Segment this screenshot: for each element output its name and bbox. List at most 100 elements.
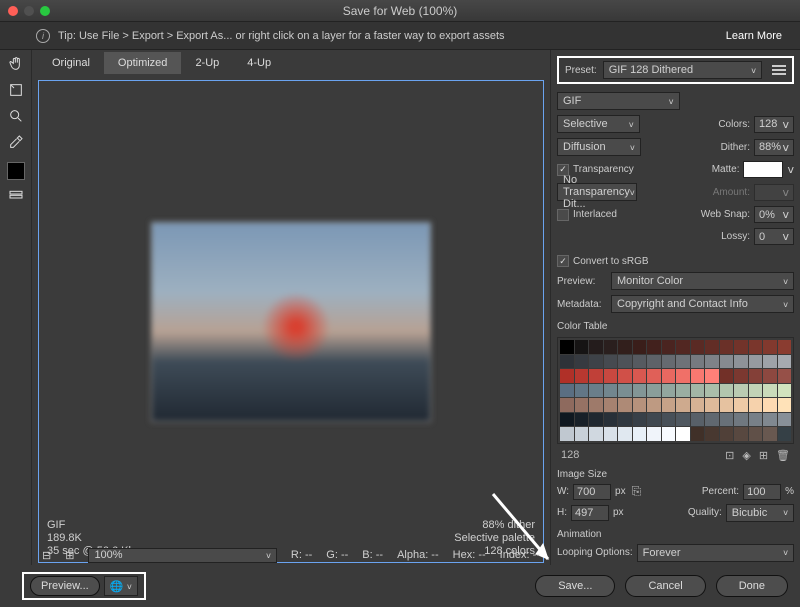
color-swatch[interactable]	[676, 398, 690, 412]
color-swatch[interactable]	[662, 427, 676, 441]
lossy-input[interactable]: 0ⅴ	[754, 228, 794, 245]
color-swatch[interactable]	[691, 340, 705, 354]
dither-amount-input[interactable]: 88%ⅴ	[754, 139, 794, 156]
color-swatch[interactable]	[618, 398, 632, 412]
color-swatch[interactable]	[778, 340, 792, 354]
color-swatch[interactable]	[705, 384, 719, 398]
preview-button[interactable]: Preview...	[30, 576, 100, 596]
color-swatch[interactable]	[778, 369, 792, 383]
color-swatch[interactable]	[705, 427, 719, 441]
slice-tool-icon[interactable]	[5, 80, 27, 100]
color-swatch[interactable]	[560, 427, 574, 441]
browser-select[interactable]: 🌐ⅴ	[104, 576, 138, 596]
color-swatch[interactable]	[720, 340, 734, 354]
color-swatch[interactable]	[734, 413, 748, 427]
color-swatch[interactable]	[633, 384, 647, 398]
color-swatch[interactable]	[749, 413, 763, 427]
color-swatch[interactable]	[763, 384, 777, 398]
color-swatch[interactable]	[691, 427, 705, 441]
link-dimensions-icon[interactable]: ⎘	[632, 484, 642, 499]
metadata-select[interactable]: Copyright and Contact Infoⅴ	[611, 295, 794, 313]
color-swatch[interactable]	[633, 413, 647, 427]
color-swatch[interactable]	[734, 384, 748, 398]
zoom-plus-icon[interactable]: ⊞	[65, 549, 74, 562]
color-swatch[interactable]	[763, 369, 777, 383]
color-swatch[interactable]	[778, 355, 792, 369]
color-swatch[interactable]	[720, 369, 734, 383]
color-swatch[interactable]	[676, 413, 690, 427]
color-swatch[interactable]	[575, 340, 589, 354]
color-swatch[interactable]	[720, 384, 734, 398]
eyedropper-color-swatch[interactable]	[7, 162, 25, 180]
color-swatch[interactable]	[633, 369, 647, 383]
color-swatch[interactable]	[662, 340, 676, 354]
color-swatch[interactable]	[575, 413, 589, 427]
color-swatch[interactable]	[618, 427, 632, 441]
color-swatch[interactable]	[705, 340, 719, 354]
color-swatch[interactable]	[676, 369, 690, 383]
color-swatch[interactable]	[662, 369, 676, 383]
color-swatch[interactable]	[647, 355, 661, 369]
color-swatch[interactable]	[691, 398, 705, 412]
srgb-checkbox[interactable]	[557, 255, 569, 267]
dither-method-select[interactable]: Diffusionⅴ	[557, 138, 641, 156]
width-input[interactable]: 700	[573, 484, 611, 500]
done-button[interactable]: Done	[716, 575, 788, 597]
color-swatch[interactable]	[749, 355, 763, 369]
matte-chevron-icon[interactable]: ⅴ	[787, 163, 794, 176]
color-swatch[interactable]	[662, 413, 676, 427]
color-swatch[interactable]	[618, 355, 632, 369]
cancel-button[interactable]: Cancel	[625, 575, 705, 597]
color-swatch[interactable]	[662, 355, 676, 369]
color-swatch[interactable]	[575, 384, 589, 398]
color-swatch[interactable]	[633, 427, 647, 441]
color-swatch[interactable]	[734, 355, 748, 369]
color-swatch[interactable]	[589, 355, 603, 369]
color-swatch[interactable]	[676, 355, 690, 369]
color-swatch[interactable]	[647, 384, 661, 398]
save-button[interactable]: Save...	[535, 575, 615, 597]
canvas-area[interactable]: GIF 189.8K 35 sec @ 56.6 Kbps 88% dither…	[38, 80, 544, 563]
websnap-input[interactable]: 0%ⅴ	[754, 206, 794, 223]
color-swatch[interactable]	[647, 413, 661, 427]
tab-original[interactable]: Original	[38, 52, 104, 74]
color-swatch[interactable]	[763, 427, 777, 441]
color-swatch[interactable]	[720, 427, 734, 441]
color-swatch[interactable]	[763, 355, 777, 369]
color-swatch[interactable]	[604, 384, 618, 398]
color-swatch[interactable]	[633, 340, 647, 354]
color-swatch[interactable]	[647, 340, 661, 354]
color-swatch[interactable]	[647, 398, 661, 412]
color-swatch[interactable]	[676, 340, 690, 354]
tab-optimized[interactable]: Optimized	[104, 52, 182, 74]
color-swatch[interactable]	[575, 427, 589, 441]
color-swatch[interactable]	[633, 398, 647, 412]
color-swatch[interactable]	[778, 384, 792, 398]
looping-select[interactable]: Foreverⅴ	[637, 544, 794, 562]
color-swatch[interactable]	[705, 369, 719, 383]
color-swatch[interactable]	[720, 398, 734, 412]
learn-more-link[interactable]: Learn More	[718, 26, 790, 46]
color-swatch[interactable]	[676, 384, 690, 398]
color-swatch[interactable]	[560, 340, 574, 354]
color-swatch[interactable]	[734, 427, 748, 441]
reduction-select[interactable]: Selectiveⅴ	[557, 115, 640, 133]
ct-delete-icon[interactable]: 🗑	[776, 449, 790, 462]
format-select[interactable]: GIFⅴ	[557, 92, 680, 110]
color-swatch[interactable]	[560, 355, 574, 369]
color-swatch[interactable]	[604, 355, 618, 369]
color-swatch[interactable]	[705, 413, 719, 427]
color-swatch[interactable]	[705, 398, 719, 412]
zoom-icon[interactable]	[40, 6, 50, 16]
color-swatch[interactable]	[575, 398, 589, 412]
ct-lock-icon[interactable]: ⊡	[725, 449, 734, 462]
color-swatch[interactable]	[749, 427, 763, 441]
color-swatch[interactable]	[575, 369, 589, 383]
transparency-dither-select[interactable]: No Transparency Dit...ⅴ	[557, 183, 637, 201]
color-swatch[interactable]	[560, 398, 574, 412]
color-swatch[interactable]	[589, 398, 603, 412]
tab-2up[interactable]: 2-Up	[181, 52, 233, 74]
close-icon[interactable]	[8, 6, 18, 16]
color-swatch[interactable]	[749, 398, 763, 412]
zoom-tool-icon[interactable]	[5, 106, 27, 126]
